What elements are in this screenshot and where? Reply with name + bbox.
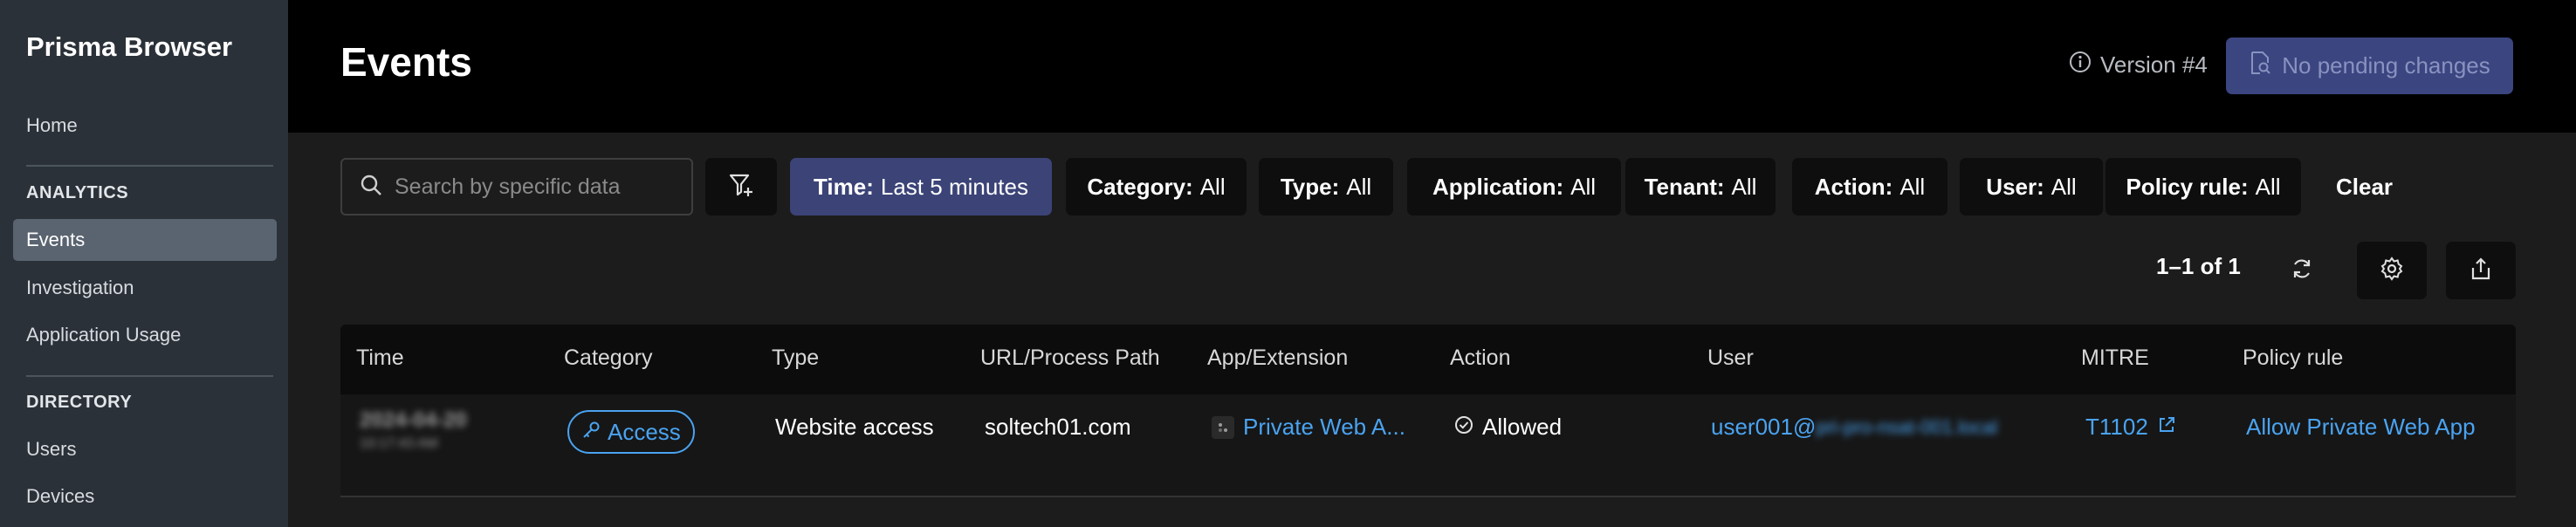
filter-chip-application[interactable]: Application: All bbox=[1407, 158, 1621, 216]
column-header-action[interactable]: Action bbox=[1450, 346, 1510, 371]
sidebar-divider bbox=[26, 375, 273, 377]
column-header-url[interactable]: URL/Process Path bbox=[980, 346, 1160, 371]
search-input[interactable] bbox=[395, 174, 674, 200]
chip-value: All bbox=[1570, 173, 1597, 200]
export-button[interactable] bbox=[2446, 242, 2516, 299]
chip-key: Application: bbox=[1432, 173, 1564, 200]
column-header-policy-rule[interactable]: Policy rule bbox=[2243, 346, 2343, 371]
column-header-category[interactable]: Category bbox=[564, 346, 652, 371]
row-divider bbox=[340, 496, 2516, 497]
chip-key: User: bbox=[1986, 173, 2044, 200]
sidebar-divider bbox=[26, 165, 273, 167]
brand-title: Prisma Browser bbox=[26, 31, 233, 62]
chip-key: Category: bbox=[1087, 173, 1193, 200]
filter-chip-tenant[interactable]: Tenant: All bbox=[1625, 158, 1776, 216]
chip-value: All bbox=[2255, 173, 2281, 200]
filter-chip-time[interactable]: Time: Last 5 minutes bbox=[790, 158, 1052, 216]
search-icon bbox=[360, 174, 382, 201]
chip-key: Action: bbox=[1814, 173, 1893, 200]
filter-chip-policy-rule[interactable]: Policy rule: All bbox=[2105, 158, 2301, 216]
sidebar-item-devices[interactable]: Devices bbox=[13, 476, 277, 517]
filter-chip-user[interactable]: User: All bbox=[1960, 158, 2103, 216]
chip-key: Tenant: bbox=[1644, 173, 1725, 200]
sidebar-item-events[interactable]: Events bbox=[13, 219, 277, 261]
chip-key: Policy rule: bbox=[2126, 173, 2249, 200]
column-header-time[interactable]: Time bbox=[356, 346, 404, 371]
chip-value: All bbox=[1199, 173, 1226, 200]
share-icon bbox=[2470, 257, 2492, 285]
document-search-icon bbox=[2249, 51, 2271, 81]
filter-chip-action[interactable]: Action: All bbox=[1792, 158, 1947, 216]
clear-filters-button[interactable]: Clear bbox=[2325, 158, 2403, 216]
events-table: Time Category Type URL/Process Path App/… bbox=[340, 325, 2516, 497]
cell-type: Website access bbox=[775, 414, 934, 440]
sidebar-item-users[interactable]: Users bbox=[13, 428, 277, 470]
user-domain: pri-pro-nsat-001.local bbox=[1816, 415, 1998, 438]
filter-chip-category[interactable]: Category: All bbox=[1066, 158, 1247, 216]
gear-icon bbox=[2380, 256, 2404, 285]
check-circle-icon bbox=[1454, 414, 1473, 441]
search-box[interactable] bbox=[340, 158, 693, 216]
cell-policy-rule[interactable]: Allow Private Web App bbox=[2246, 414, 2476, 441]
column-header-app[interactable]: App/Extension bbox=[1207, 346, 1348, 371]
chip-value: Last 5 minutes bbox=[880, 173, 1028, 200]
column-header-mitre[interactable]: MITRE bbox=[2081, 346, 2149, 371]
pagination-range: 1–1 of 1 bbox=[2156, 253, 2241, 279]
chip-key: Type: bbox=[1280, 173, 1340, 200]
cell-user[interactable]: user001@ pri-pro-nsat-001.local bbox=[1711, 414, 1997, 441]
sidebar-item-investigation[interactable]: Investigation bbox=[13, 267, 277, 309]
pending-changes-label: No pending changes bbox=[2282, 52, 2490, 79]
time-clock: 10:17:43 AM bbox=[360, 436, 438, 451]
refresh-button[interactable] bbox=[2273, 242, 2331, 299]
sidebar-section-analytics: ANALYTICS bbox=[26, 183, 129, 202]
mitre-link[interactable]: T1102 bbox=[2085, 414, 2148, 441]
page-title: Events bbox=[340, 39, 472, 85]
sidebar-section-directory: DIRECTORY bbox=[26, 393, 133, 412]
filter-plus-icon bbox=[728, 172, 754, 202]
chip-key: Time: bbox=[814, 173, 874, 200]
sidebar-item-application-usage[interactable]: Application Usage bbox=[13, 314, 277, 356]
column-header-user[interactable]: User bbox=[1707, 346, 1754, 371]
cell-action: Allowed bbox=[1454, 414, 1562, 441]
app-link[interactable]: Private Web A... bbox=[1243, 414, 1405, 441]
cell-mitre[interactable]: T1102 bbox=[2085, 414, 2176, 441]
filter-chip-type[interactable]: Type: All bbox=[1259, 158, 1393, 216]
page-header: Events Version #4 No pending changes bbox=[288, 0, 2576, 133]
category-badge[interactable]: Access bbox=[567, 410, 695, 454]
add-filter-button[interactable] bbox=[705, 158, 777, 216]
cell-app[interactable]: Private Web A... bbox=[1212, 414, 1405, 441]
cell-time: 2024-04-20 10:17:43 AM bbox=[360, 408, 467, 452]
settings-button[interactable] bbox=[2357, 242, 2427, 299]
time-date: 2024-04-20 bbox=[360, 408, 467, 432]
chip-value: All bbox=[1346, 173, 1372, 200]
external-link-icon bbox=[2157, 414, 2176, 441]
chip-value: All bbox=[1899, 173, 1926, 200]
cell-url: soltech01.com bbox=[985, 414, 1131, 440]
version-indicator: Version #4 bbox=[2069, 51, 2208, 79]
action-label: Allowed bbox=[1482, 414, 1563, 440]
chip-value: All bbox=[1731, 173, 1757, 200]
user-link[interactable]: user001@ bbox=[1711, 414, 1816, 441]
sidebar-item-home[interactable]: Home bbox=[13, 105, 277, 147]
key-icon bbox=[581, 419, 601, 446]
info-icon bbox=[2069, 51, 2092, 79]
pending-changes-button[interactable]: No pending changes bbox=[2226, 38, 2513, 94]
app-icon bbox=[1212, 415, 1234, 439]
version-label: Version #4 bbox=[2100, 51, 2208, 78]
refresh-icon bbox=[2291, 257, 2313, 284]
chip-value: All bbox=[2050, 173, 2077, 200]
table-header: Time Category Type URL/Process Path App/… bbox=[340, 325, 2516, 394]
sidebar: Prisma Browser Home ANALYTICS Events Inv… bbox=[0, 0, 288, 527]
category-label: Access bbox=[608, 418, 681, 445]
column-header-type[interactable]: Type bbox=[772, 346, 819, 371]
